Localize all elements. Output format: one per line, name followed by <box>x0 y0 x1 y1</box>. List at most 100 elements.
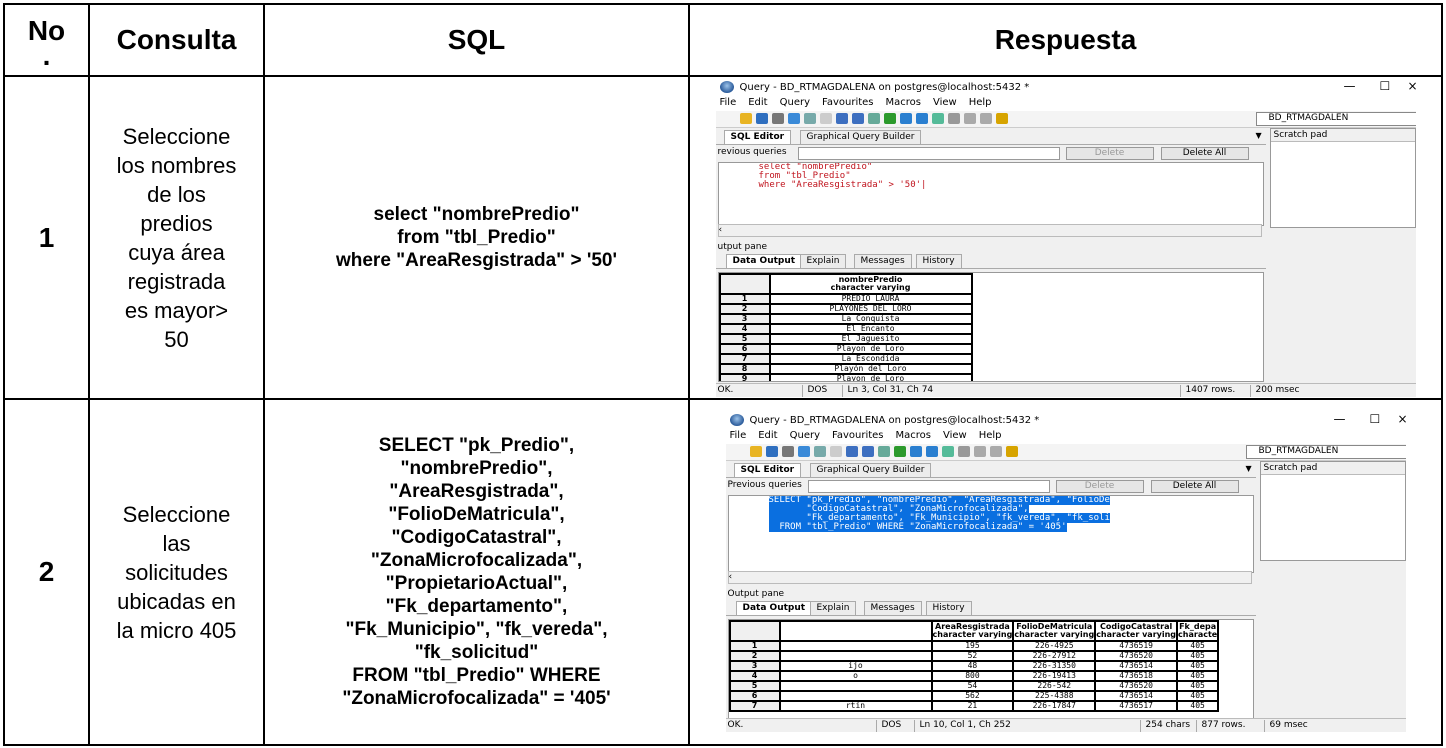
grid-cell[interactable]: 4736514 <box>1094 660 1179 672</box>
grid-cell[interactable]: 4736518 <box>1094 670 1179 682</box>
delete-all-button[interactable]: Delete All <box>1150 480 1239 493</box>
grid-cell[interactable] <box>778 650 933 662</box>
column-header[interactable]: AreaResgistrada character varying <box>930 620 1015 642</box>
grid-cell[interactable]: 800 <box>930 670 1015 682</box>
toolbar-icon[interactable] <box>931 112 944 124</box>
chevron-down-icon[interactable]: ▼ <box>1256 131 1262 140</box>
grid-cell[interactable]: PLAYONES DEL LORO <box>768 302 973 315</box>
toolbar-icon[interactable] <box>941 446 954 457</box>
grid-cell[interactable]: 405 <box>1176 690 1220 702</box>
toolbar-icon[interactable] <box>893 446 906 457</box>
toolbar-icon[interactable] <box>845 446 858 457</box>
toolbar-icon[interactable] <box>749 446 762 457</box>
toolbar-icon[interactable] <box>963 112 976 124</box>
column-header[interactable]: nombrePredio character varying <box>768 272 973 295</box>
tab-data-output[interactable]: Data Output <box>735 601 813 615</box>
previous-queries-dropdown[interactable] <box>797 146 1060 160</box>
menu-item-file[interactable]: File <box>730 430 747 441</box>
column-header[interactable]: FolioDeMatricula character varying <box>1012 620 1097 642</box>
toolbar-icon[interactable] <box>957 446 970 457</box>
grid-cell[interactable]: 4736519 <box>1094 640 1179 652</box>
tab-history[interactable]: History <box>925 601 972 615</box>
toolbar-icon[interactable] <box>1005 446 1018 457</box>
tab-messages[interactable]: Messages <box>863 601 922 615</box>
tab-sql-editor[interactable]: SQL Editor <box>733 463 802 477</box>
menu-item-macros[interactable]: Macros <box>886 97 921 108</box>
toolbar-icon[interactable] <box>835 112 848 124</box>
menu-item-help[interactable]: Help <box>969 97 992 108</box>
toolbar-icon[interactable] <box>787 112 800 124</box>
menu-item-view[interactable]: View <box>943 430 967 441</box>
grid-cell[interactable]: PREDIO LAURA <box>768 292 973 305</box>
grid-cell[interactable]: 405 <box>1176 650 1220 662</box>
grid-cell[interactable]: 226-4925 <box>1012 640 1097 652</box>
menu-item-query[interactable]: Query <box>780 97 810 108</box>
tab-explain[interactable]: Explain <box>809 601 857 615</box>
toolbar-icon[interactable] <box>851 112 864 124</box>
grid-cell[interactable]: Playon de Loro <box>768 342 973 355</box>
toolbar-icon[interactable] <box>909 446 922 457</box>
toolbar-icon[interactable] <box>995 112 1008 124</box>
toolbar-icon[interactable] <box>947 112 960 124</box>
grid-cell[interactable]: Playon de Loro <box>768 372 973 381</box>
delete-button[interactable]: Delete <box>1055 480 1144 493</box>
previous-queries-dropdown[interactable] <box>807 480 1050 493</box>
grid-cell[interactable]: Playón del Loro <box>768 362 973 375</box>
toolbar-icon[interactable] <box>797 446 810 457</box>
scratch-pad[interactable]: Scratch pad <box>1269 127 1416 228</box>
toolbar-icon[interactable] <box>973 446 986 457</box>
chevron-down-icon[interactable]: ▼ <box>1246 464 1252 473</box>
toolbar-icon[interactable] <box>915 112 928 124</box>
column-header[interactable]: CodigoCatastral character varying <box>1094 620 1179 642</box>
grid-cell[interactable]: 405 <box>1176 670 1220 682</box>
tab-messages[interactable]: Messages <box>853 253 912 268</box>
grid-cell[interactable]: 405 <box>1176 680 1220 692</box>
toolbar-icon[interactable] <box>765 446 778 457</box>
toolbar-icon[interactable] <box>771 112 784 124</box>
tab-data-output[interactable]: Data Output <box>725 253 803 268</box>
grid-cell[interactable]: El Encanto <box>768 322 973 335</box>
toolbar-icon[interactable] <box>989 446 1002 457</box>
grid-cell[interactable]: 226-19413 <box>1012 670 1097 682</box>
toolbar-icon[interactable] <box>877 446 890 457</box>
grid-cell[interactable]: ijo <box>778 660 933 672</box>
close-button[interactable]: × <box>1398 412 1406 426</box>
grid-cell[interactable]: 405 <box>1176 640 1220 652</box>
menu-item-favourites[interactable]: Favourites <box>832 430 884 441</box>
toolbar-icon[interactable] <box>925 446 938 457</box>
toolbar-icon[interactable] <box>829 446 842 457</box>
grid-cell[interactable] <box>778 680 933 692</box>
menu-item-macros[interactable]: Macros <box>896 430 931 441</box>
grid-cell[interactable]: El Jaguesito <box>768 332 973 345</box>
grid-cell[interactable]: 225-4388 <box>1012 690 1097 702</box>
grid-cell[interactable]: La Conquista <box>768 312 973 325</box>
grid-cell[interactable]: 405 <box>1176 660 1220 672</box>
minimize-button[interactable]: — <box>1334 412 1346 426</box>
maximize-button[interactable]: ☐ <box>1380 79 1391 93</box>
menu-item-edit[interactable]: Edit <box>748 97 767 108</box>
toolbar-icon[interactable] <box>899 112 912 124</box>
toolbar-icon[interactable] <box>813 446 826 457</box>
grid-cell[interactable]: 4736520 <box>1094 680 1179 692</box>
grid-cell[interactable] <box>778 640 933 652</box>
menu-item-query[interactable]: Query <box>790 430 820 441</box>
grid-cell[interactable]: 4736517 <box>1094 700 1179 712</box>
menu-item-edit[interactable]: Edit <box>758 430 777 441</box>
column-header[interactable] <box>778 620 933 642</box>
grid-cell[interactable]: 4736514 <box>1094 690 1179 702</box>
grid-cell[interactable]: 226-31350 <box>1012 660 1097 672</box>
toolbar-icon[interactable] <box>781 446 794 457</box>
grid-cell[interactable]: rtín <box>778 700 933 712</box>
menu-item-file[interactable]: File <box>720 97 737 108</box>
grid-cell[interactable]: 226-17847 <box>1012 700 1097 712</box>
delete-all-button[interactable]: Delete All <box>1160 146 1249 160</box>
grid-cell[interactable]: 562 <box>930 690 1015 702</box>
tab-graphical-query-builder[interactable]: Graphical Query Builder <box>799 129 922 144</box>
maximize-button[interactable]: ☐ <box>1370 412 1381 426</box>
toolbar-icon[interactable] <box>867 112 880 124</box>
sql-editor[interactable]: SELECT "pk_Predio", "nombrePredio", "Are… <box>727 495 1254 573</box>
grid-cell[interactable]: 54 <box>930 680 1015 692</box>
delete-button[interactable]: Delete <box>1065 146 1154 160</box>
tab-history[interactable]: History <box>915 253 962 268</box>
toolbar-icon[interactable] <box>979 112 992 124</box>
